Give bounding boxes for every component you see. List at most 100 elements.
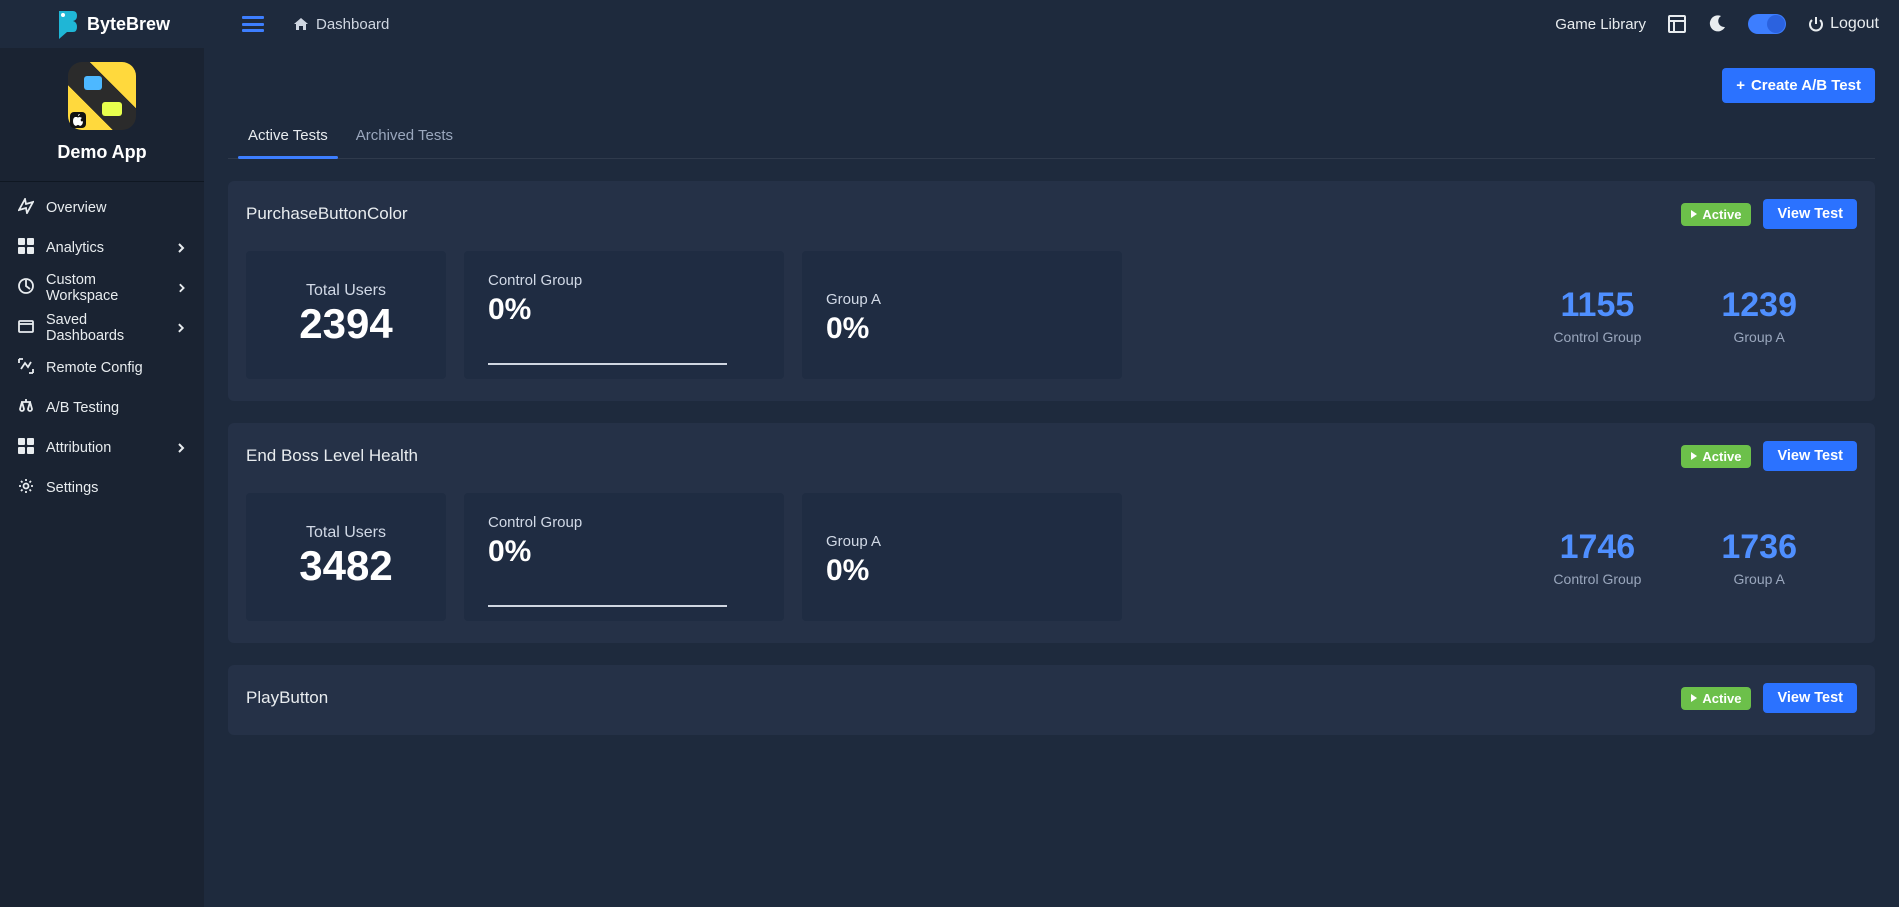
sidebar-item-custom-workspace[interactable]: Custom Workspace	[0, 268, 204, 308]
create-test-label: Create A/B Test	[1751, 77, 1861, 94]
create-ab-test-button[interactable]: + Create A/B Test	[1722, 68, 1875, 103]
group-a-pct: 0%	[826, 554, 1098, 588]
sidebar-item-remote-config[interactable]: Remote Config	[0, 348, 204, 388]
analytics-icon	[18, 238, 34, 258]
breadcrumb[interactable]: Dashboard	[294, 16, 389, 33]
group-a-panel: Group A 0%	[802, 251, 1122, 379]
chevron-right-icon	[177, 283, 186, 293]
app-name: Demo App	[57, 142, 146, 163]
sidebar-item-label: Saved Dashboards	[46, 312, 164, 344]
total-users-panel: Total Users 3482	[246, 493, 446, 621]
control-group-panel: Control Group 0%	[464, 251, 784, 379]
total-users-label: Total Users	[306, 282, 386, 300]
sidebar-item-label: Overview	[46, 200, 106, 216]
chevron-right-icon	[176, 323, 186, 333]
status-label: Active	[1702, 207, 1741, 222]
total-users-label: Total Users	[306, 524, 386, 542]
test-card: End Boss Level Health Active View Test T…	[228, 423, 1875, 643]
remote-config-icon	[18, 358, 34, 378]
power-icon	[1808, 16, 1824, 32]
theme-toggle[interactable]	[1748, 14, 1786, 34]
test-title: PlayButton	[246, 688, 328, 708]
play-icon	[1691, 694, 1697, 702]
view-test-button[interactable]: View Test	[1763, 199, 1857, 229]
chevron-right-icon	[176, 443, 186, 453]
control-group-bar	[488, 605, 727, 607]
sidebar-item-label: Custom Workspace	[46, 272, 165, 304]
chevron-right-icon	[176, 243, 186, 253]
sidebar-item-settings[interactable]: Settings	[0, 468, 204, 508]
overview-icon	[18, 198, 34, 218]
group-a-count-label: Group A	[1721, 571, 1797, 587]
test-card-header: PlayButton Active View Test	[246, 683, 1857, 713]
sidebar-item-overview[interactable]: Overview	[0, 188, 204, 228]
control-count-col: 1155 Control Group	[1553, 286, 1641, 345]
control-group-bar	[488, 363, 727, 365]
custom-workspace-icon	[18, 278, 34, 298]
divider	[0, 181, 204, 182]
brand-mark-icon	[55, 9, 79, 39]
brand-name: ByteBrew	[87, 14, 170, 35]
group-a-count-value: 1239	[1721, 286, 1797, 325]
sidebar-item-label: A/B Testing	[46, 400, 119, 416]
tab-active-tests[interactable]: Active Tests	[248, 127, 328, 158]
status-badge: Active	[1681, 203, 1751, 226]
test-card-header: End Boss Level Health Active View Test	[246, 441, 1857, 471]
control-count-label: Control Group	[1553, 329, 1641, 345]
group-a-count-value: 1736	[1721, 528, 1797, 567]
sidebar-item-label: Analytics	[46, 240, 104, 256]
sidebar-item-label: Remote Config	[46, 360, 143, 376]
control-group-pct: 0%	[488, 293, 760, 327]
control-group-panel: Control Group 0%	[464, 493, 784, 621]
counts-panel: 1155 Control Group 1239 Group A	[1140, 251, 1857, 379]
brand-logo[interactable]: ByteBrew	[0, 9, 204, 39]
test-card-header: PurchaseButtonColor Active View Test	[246, 199, 1857, 229]
saved-dashboards-icon	[18, 318, 34, 338]
play-icon	[1691, 210, 1697, 218]
control-group-label: Control Group	[488, 272, 760, 289]
tab-archived-tests[interactable]: Archived Tests	[356, 127, 453, 158]
test-card: PurchaseButtonColor Active View Test Tot…	[228, 181, 1875, 401]
breadcrumb-label: Dashboard	[316, 16, 389, 33]
test-title: PurchaseButtonColor	[246, 204, 408, 224]
sidebar-item-saved-dashboards[interactable]: Saved Dashboards	[0, 308, 204, 348]
control-count-value: 1746	[1553, 528, 1641, 567]
test-body: Total Users 2394 Control Group 0% Group …	[246, 251, 1857, 379]
total-users-value: 2394	[299, 300, 392, 348]
apple-icon	[73, 114, 83, 126]
status-label: Active	[1702, 691, 1741, 706]
app-icon	[68, 62, 136, 130]
status-badge: Active	[1681, 687, 1751, 710]
sidebar-item-analytics[interactable]: Analytics	[0, 228, 204, 268]
play-icon	[1691, 452, 1697, 460]
settings-icon	[18, 478, 34, 498]
logout-button[interactable]: Logout	[1808, 15, 1879, 33]
control-group-label: Control Group	[488, 514, 760, 531]
control-count-col: 1746 Control Group	[1553, 528, 1641, 587]
tab-strip: Active Tests Archived Tests	[228, 111, 1875, 159]
total-users-panel: Total Users 2394	[246, 251, 446, 379]
sidebar: Demo App Overview Analytics Custom Works…	[0, 48, 204, 907]
moon-icon[interactable]	[1708, 15, 1726, 33]
group-a-label: Group A	[826, 291, 1098, 308]
sidebar-item-ab-testing[interactable]: A/B Testing	[0, 388, 204, 428]
game-library-link[interactable]: Game Library	[1555, 16, 1646, 33]
control-group-pct: 0%	[488, 535, 760, 569]
view-test-button[interactable]: View Test	[1763, 683, 1857, 713]
sidebar-item-attribution[interactable]: Attribution	[0, 428, 204, 468]
sidebar-item-label: Settings	[46, 480, 98, 496]
total-users-value: 3482	[299, 542, 392, 590]
test-title: End Boss Level Health	[246, 446, 418, 466]
home-icon	[294, 18, 308, 30]
topbar-right: Game Library Logout	[1555, 14, 1879, 34]
sidebar-item-label: Attribution	[46, 440, 111, 456]
layout-icon[interactable]	[1668, 15, 1686, 33]
group-a-pct: 0%	[826, 312, 1098, 346]
menu-toggle-icon[interactable]	[242, 16, 264, 32]
group-a-panel: Group A 0%	[802, 493, 1122, 621]
view-test-button[interactable]: View Test	[1763, 441, 1857, 471]
logout-label: Logout	[1830, 15, 1879, 33]
app-selector[interactable]: Demo App	[0, 48, 204, 181]
group-a-count-col: 1239 Group A	[1721, 286, 1797, 345]
status-label: Active	[1702, 449, 1741, 464]
